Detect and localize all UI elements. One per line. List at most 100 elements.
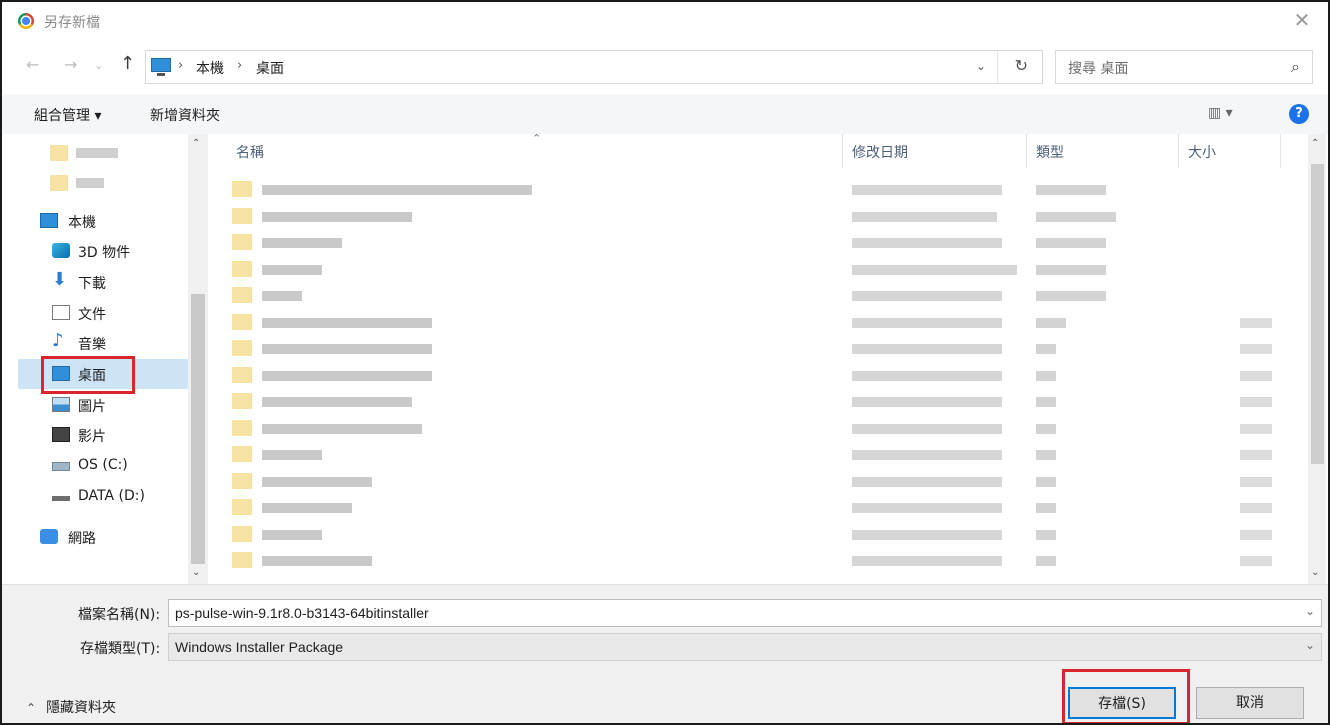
column-divider[interactable] bbox=[1178, 134, 1179, 168]
new-folder-button[interactable]: 新增資料夾 bbox=[150, 105, 220, 125]
column-header-name[interactable]: 名稱 bbox=[236, 142, 264, 162]
help-icon[interactable]: ? bbox=[1289, 104, 1309, 124]
scroll-up-icon[interactable]: ⌃ bbox=[192, 138, 200, 149]
chevron-down-icon[interactable]: ⌄ bbox=[1305, 638, 1315, 652]
blurred-modified-date bbox=[852, 397, 1002, 407]
table-row[interactable] bbox=[230, 468, 1290, 494]
table-row[interactable] bbox=[230, 494, 1290, 520]
sidebar-item-drive-d[interactable]: DATA (D:) bbox=[18, 482, 188, 512]
close-button[interactable]: ✕ bbox=[1290, 8, 1314, 32]
table-row[interactable] bbox=[230, 362, 1290, 388]
blurred-modified-date bbox=[852, 556, 1002, 566]
breadcrumb-desktop[interactable]: 桌面 bbox=[256, 58, 284, 78]
blurred-file-type bbox=[1036, 450, 1056, 460]
sidebar-item-drive-c[interactable]: OS (C:) bbox=[18, 451, 188, 481]
blurred-file-type bbox=[1036, 476, 1056, 487]
sidebar-item-network[interactable]: 網路 bbox=[18, 522, 188, 552]
back-button[interactable]: ← bbox=[26, 55, 39, 74]
column-header-date[interactable]: 修改日期 bbox=[852, 142, 908, 162]
blurred-file-type bbox=[1036, 238, 1106, 248]
blurred-file-size bbox=[1240, 556, 1272, 566]
chrome-icon bbox=[18, 13, 34, 29]
highlight-box-desktop bbox=[41, 356, 135, 394]
table-row[interactable] bbox=[230, 203, 1290, 229]
table-row[interactable] bbox=[230, 388, 1290, 414]
column-header-type[interactable]: 類型 bbox=[1036, 142, 1064, 162]
filename-label: 檔案名稱(N): bbox=[78, 607, 161, 623]
table-row[interactable] bbox=[230, 309, 1290, 335]
hide-folders-toggle[interactable]: ⌃ 隱藏資料夾 bbox=[26, 697, 116, 717]
blurred-file-name bbox=[262, 423, 422, 434]
scroll-down-icon[interactable]: ⌄ bbox=[192, 567, 200, 578]
table-row[interactable] bbox=[230, 256, 1290, 282]
sidebar-item-pictures[interactable]: 圖片 bbox=[18, 390, 188, 420]
column-header-size[interactable]: 大小 bbox=[1188, 142, 1216, 162]
blurred-modified-date bbox=[852, 185, 1002, 195]
recent-locations-button[interactable]: ⌄ bbox=[94, 59, 103, 72]
chevron-down-icon[interactable]: ⌄ bbox=[1305, 604, 1315, 618]
up-button[interactable]: ↑ bbox=[120, 53, 135, 74]
scrollbar-thumb[interactable] bbox=[191, 294, 205, 564]
breadcrumb-separator: › bbox=[178, 58, 184, 73]
sidebar-item-3d-objects[interactable]: 3D 物件 bbox=[18, 236, 188, 266]
address-dropdown-button[interactable]: ⌄ bbox=[976, 59, 986, 73]
sidebar-item-videos[interactable]: 影片 bbox=[18, 420, 188, 450]
save-as-dialog: 另存新檔 ✕ ← → ⌄ ↑ › 本機 › 桌面 ⌄ ↻ 搜尋 桌面 ⌕ 組合管… bbox=[0, 0, 1330, 725]
blurred-file-name bbox=[262, 211, 412, 222]
sidebar-item-label: 3D 物件 bbox=[78, 245, 131, 261]
sidebar-item-this-pc[interactable]: 本機 bbox=[18, 206, 188, 236]
blurred-label bbox=[76, 148, 118, 158]
folder-icon bbox=[232, 234, 252, 250]
column-divider[interactable] bbox=[1026, 134, 1027, 168]
sidebar-item-downloads[interactable]: ⬇ 下載 bbox=[18, 267, 188, 297]
organize-button[interactable]: 組合管理 ▾ bbox=[34, 105, 101, 125]
blurred-file-name bbox=[262, 344, 432, 354]
blurred-file-type bbox=[1036, 370, 1056, 381]
scrollbar-thumb[interactable] bbox=[1311, 164, 1324, 464]
filetype-select[interactable]: Windows Installer Package ⌄ bbox=[168, 633, 1322, 661]
search-icon[interactable]: ⌕ bbox=[1291, 57, 1300, 77]
nav-item-blurred[interactable] bbox=[18, 138, 188, 168]
table-row[interactable] bbox=[230, 547, 1290, 573]
breadcrumb-this-pc[interactable]: 本機 bbox=[196, 58, 224, 78]
column-divider[interactable] bbox=[1280, 134, 1281, 168]
sidebar-item-label: DATA (D:) bbox=[78, 488, 145, 504]
column-divider[interactable] bbox=[842, 134, 843, 168]
view-options-icon[interactable]: ▥ ▾ bbox=[1208, 105, 1233, 121]
blurred-file-size bbox=[1240, 529, 1272, 540]
nav-item-blurred[interactable] bbox=[18, 168, 188, 198]
sidebar-item-music[interactable]: ♪ 音樂 bbox=[18, 328, 188, 358]
filename-field[interactable]: ps-pulse-win-9.1r8.0-b3143-64bitinstalle… bbox=[168, 599, 1322, 627]
table-row[interactable] bbox=[230, 229, 1290, 255]
folder-icon bbox=[232, 393, 252, 409]
hide-folders-label: 隱藏資料夾 bbox=[46, 700, 117, 716]
sidebar-item-label: 圖片 bbox=[78, 399, 106, 415]
file-list-scrollbar[interactable]: ⌃ ⌄ bbox=[1308, 134, 1326, 584]
sidebar-item-documents[interactable]: 文件 bbox=[18, 298, 188, 328]
folder-icon bbox=[232, 181, 252, 197]
forward-button[interactable]: → bbox=[64, 55, 77, 74]
table-row[interactable] bbox=[230, 441, 1290, 467]
filename-value: ps-pulse-win-9.1r8.0-b3143-64bitinstalle… bbox=[175, 605, 429, 621]
search-input[interactable]: 搜尋 桌面 ⌕ bbox=[1055, 50, 1313, 84]
table-row[interactable] bbox=[230, 176, 1290, 202]
address-bar[interactable]: › 本機 › 桌面 ⌄ ↻ bbox=[145, 50, 1043, 84]
blurred-file-size bbox=[1240, 370, 1272, 381]
blurred-file-type bbox=[1036, 264, 1106, 275]
refresh-icon[interactable]: ↻ bbox=[1015, 56, 1028, 75]
table-row[interactable] bbox=[230, 282, 1290, 308]
blurred-file-name bbox=[262, 317, 432, 328]
cancel-button[interactable]: 取消 bbox=[1196, 687, 1304, 719]
music-icon: ♪ bbox=[52, 330, 64, 351]
address-row: ← → ⌄ ↑ › 本機 › 桌面 ⌄ ↻ 搜尋 桌面 ⌕ bbox=[2, 42, 1328, 92]
nav-scrollbar[interactable]: ⌃ ⌄ bbox=[188, 134, 208, 584]
scroll-down-icon[interactable]: ⌄ bbox=[1311, 567, 1319, 578]
table-row[interactable] bbox=[230, 335, 1290, 361]
table-row[interactable] bbox=[230, 415, 1290, 441]
pc-icon bbox=[40, 213, 58, 228]
scroll-up-icon[interactable]: ⌃ bbox=[1311, 138, 1319, 149]
table-row[interactable] bbox=[230, 521, 1290, 547]
blurred-file-name bbox=[262, 556, 372, 566]
title-bar: 另存新檔 ✕ bbox=[2, 2, 1328, 40]
blurred-file-name bbox=[262, 397, 412, 407]
